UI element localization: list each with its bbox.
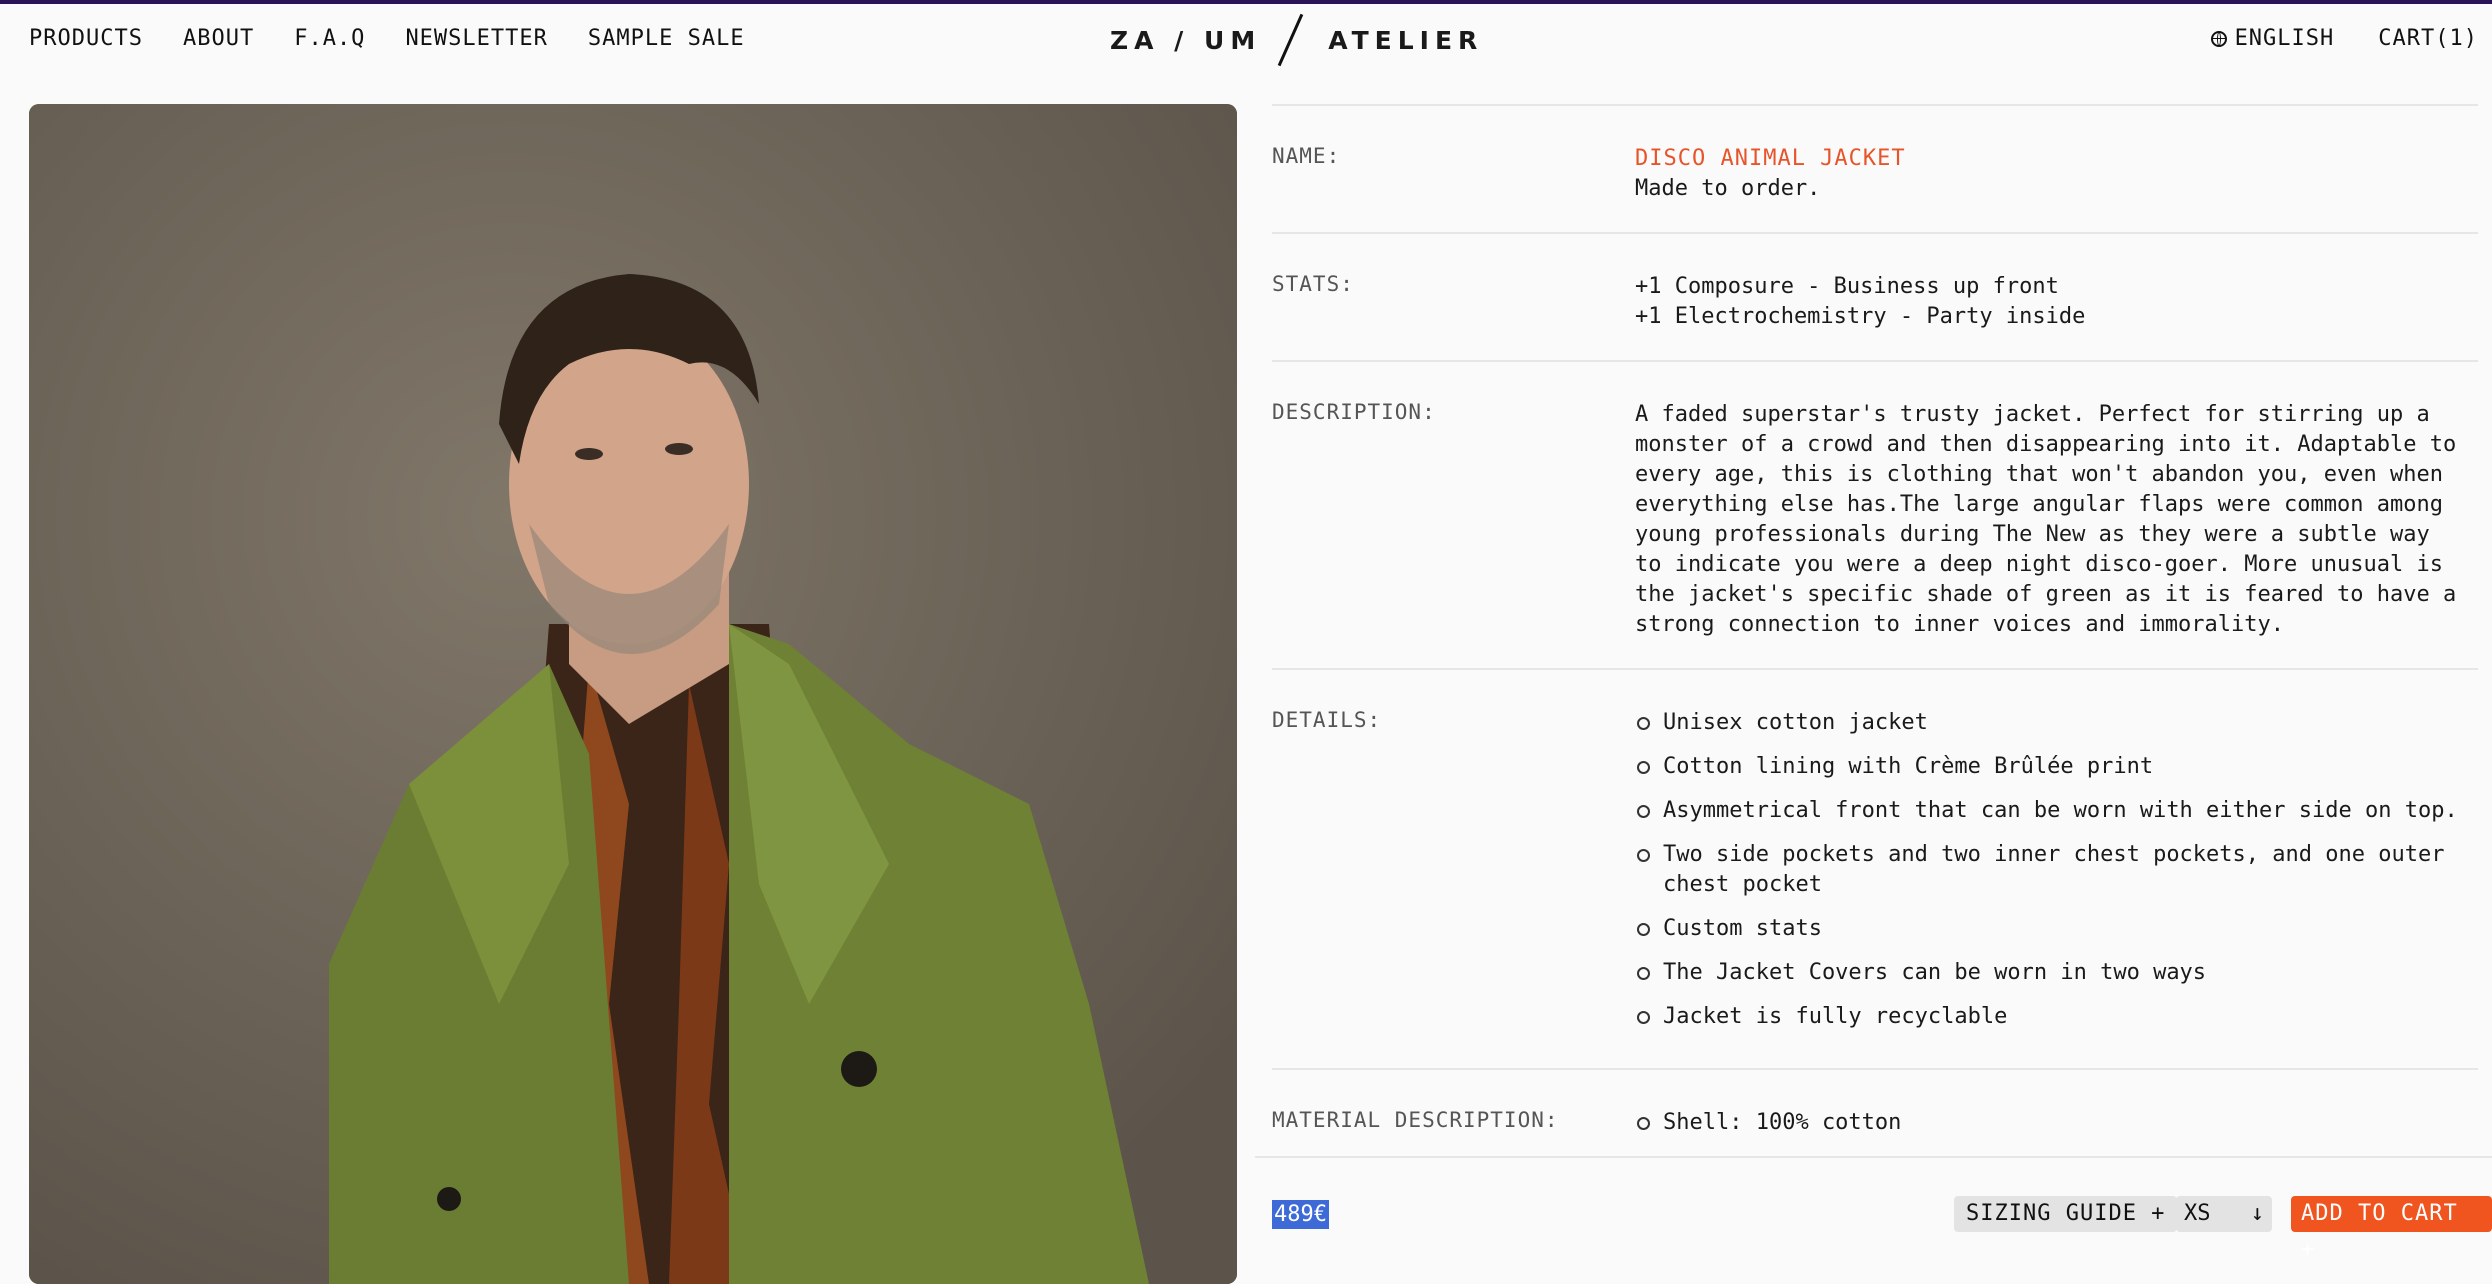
- size-select[interactable]: XS ↓: [2176, 1196, 2272, 1232]
- description-text: A faded superstar's trusty jacket. Perfe…: [1635, 402, 2457, 637]
- language-switch[interactable]: ENGLISH: [2210, 26, 2335, 51]
- stats-label: STATS:: [1272, 272, 1354, 296]
- details-value: Unisex cotton jacket Cotton lining with …: [1635, 708, 2478, 1046]
- nav-sample-sale[interactable]: SAMPLE SALE: [588, 26, 745, 51]
- price: 489€: [1272, 1200, 1329, 1229]
- language-label: ENGLISH: [2234, 26, 2335, 51]
- product-name-sub: Made to order.: [1635, 176, 1821, 201]
- sizing-guide-button[interactable]: SIZING GUIDE +: [1954, 1196, 2178, 1232]
- list-item: Custom stats: [1635, 914, 2478, 944]
- description-label: DESCRIPTION:: [1272, 400, 1436, 424]
- brand-logo[interactable]: ZA / UM ATELIER: [1110, 13, 1484, 67]
- product-details: NAME: DISCO ANIMAL JACKET Made to order.…: [1272, 104, 2478, 1180]
- product-image: [29, 104, 1237, 1284]
- details-list: Unisex cotton jacket Cotton lining with …: [1635, 708, 2478, 1032]
- top-accent-line: [0, 0, 2492, 4]
- product-photo-illustration: [29, 104, 1237, 1284]
- logo-left: ZA / UM: [1110, 25, 1262, 55]
- list-item: Shell: 100% cotton: [1635, 1108, 2478, 1138]
- row-name: NAME: DISCO ANIMAL JACKET Made to order.: [1272, 104, 2478, 232]
- logo-slash: [1277, 13, 1304, 67]
- row-description: DESCRIPTION: A faded superstar's trusty …: [1272, 360, 2478, 668]
- add-to-cart-button[interactable]: ADD TO CART +: [2291, 1196, 2492, 1262]
- cart-link[interactable]: CART(1): [2378, 26, 2478, 51]
- list-item: The Jacket Covers can be worn in two way…: [1635, 958, 2478, 988]
- material-label: MATERIAL DESCRIPTION:: [1272, 1108, 1559, 1132]
- purchase-bar: 489€ SIZING GUIDE + XS ↓ ADD TO CART +: [1255, 1156, 2492, 1262]
- list-item: Jacket is fully recyclable: [1635, 1002, 2478, 1032]
- stat-item: +1 Electrochemistry - Party inside: [1635, 304, 2086, 329]
- arrow-down-icon: ↓: [2250, 1201, 2264, 1226]
- details-label: DETAILS:: [1272, 708, 1382, 732]
- name-value: DISCO ANIMAL JACKET Made to order.: [1635, 144, 2478, 204]
- header-actions: ENGLISH CART(1): [2210, 26, 2478, 51]
- row-stats: STATS: +1 Composure - Business up front …: [1272, 232, 2478, 360]
- nav-products[interactable]: PRODUCTS: [29, 26, 143, 51]
- material-list: Shell: 100% cotton: [1635, 1108, 2478, 1138]
- row-details: DETAILS: Unisex cotton jacket Cotton lin…: [1272, 668, 2478, 1068]
- nav-newsletter[interactable]: NEWSLETTER: [405, 26, 547, 51]
- list-item: Unisex cotton jacket: [1635, 708, 2478, 738]
- name-label: NAME:: [1272, 144, 1341, 168]
- stats-value: +1 Composure - Business up front +1 Elec…: [1635, 272, 2478, 332]
- main-nav: PRODUCTS ABOUT F.A.Q NEWSLETTER SAMPLE S…: [29, 26, 745, 51]
- nav-about[interactable]: ABOUT: [183, 26, 254, 51]
- list-item: Cotton lining with Crème Brûlée print: [1635, 752, 2478, 782]
- list-item: Two side pockets and two inner chest poc…: [1635, 840, 2478, 900]
- material-value: Shell: 100% cotton: [1635, 1108, 2478, 1152]
- stat-item: +1 Composure - Business up front: [1635, 274, 2059, 299]
- size-selected: XS: [2184, 1201, 2211, 1226]
- globe-icon: [2210, 30, 2227, 47]
- product-name: DISCO ANIMAL JACKET: [1635, 146, 1906, 171]
- nav-faq[interactable]: F.A.Q: [294, 26, 365, 51]
- list-item: Asymmetrical front that can be worn with…: [1635, 796, 2478, 826]
- logo-right: ATELIER: [1328, 25, 1484, 55]
